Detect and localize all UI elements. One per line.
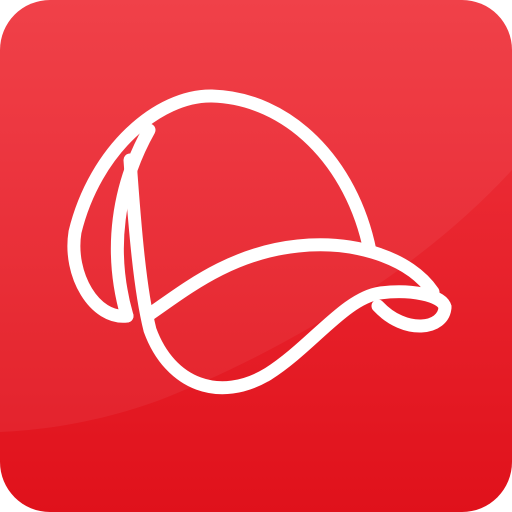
app-icon[interactable]	[0, 0, 512, 512]
app-icon-graphic	[0, 0, 512, 512]
